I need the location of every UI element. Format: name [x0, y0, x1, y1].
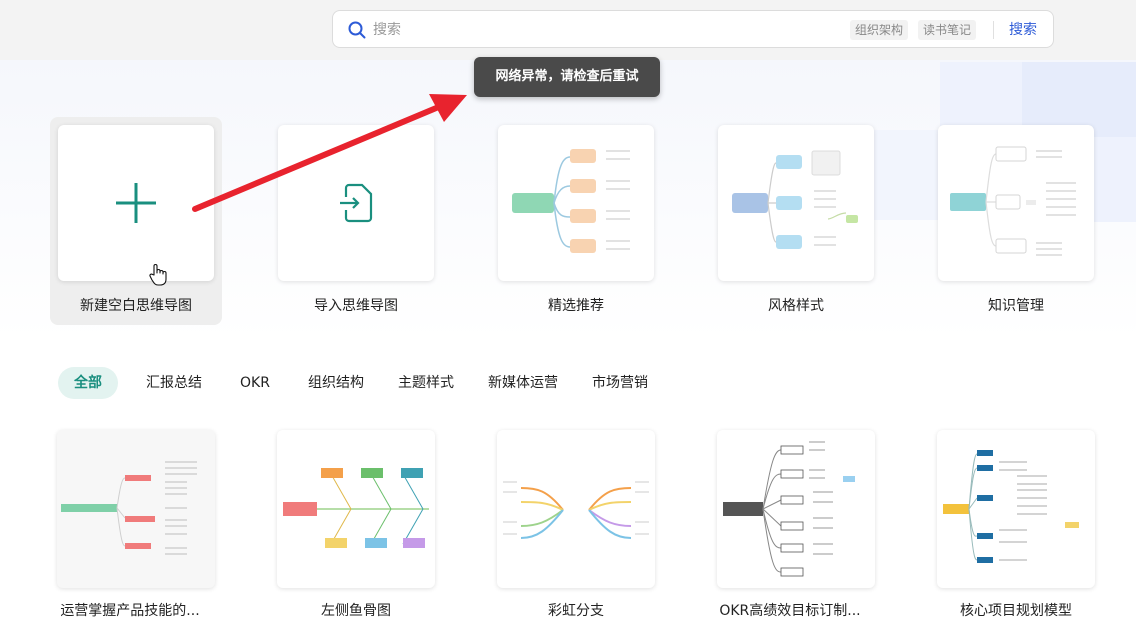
hand-cursor-icon [149, 264, 167, 286]
template-label: 左侧鱼骨图 [321, 603, 391, 619]
featured-thumbnail [512, 149, 630, 253]
search-icon [347, 20, 367, 40]
tab-marketing[interactable]: 市场营销 [592, 367, 648, 399]
annotation-arrow [192, 94, 467, 212]
template-thumbnail [283, 468, 429, 548]
template-label: 核心项目规划模型 [960, 603, 1072, 619]
search-tag-reading-notes[interactable]: 读书笔记 [918, 20, 977, 40]
search-tag-org-structure[interactable]: 组织架构 [850, 20, 909, 40]
template-card[interactable] [717, 430, 875, 588]
divider [993, 21, 994, 39]
template-thumbnail [503, 481, 649, 539]
style-thumbnail [732, 150, 858, 249]
tab-org-structure[interactable]: 组织结构 [308, 367, 364, 399]
template-thumbnail [943, 450, 1079, 563]
card-label: 风格样式 [768, 298, 824, 314]
style-card[interactable] [718, 125, 874, 281]
search-bar: 组织架构 读书笔记 搜索 [332, 10, 1054, 48]
search-button[interactable]: 搜索 [1009, 20, 1037, 40]
template-thumbnail [723, 441, 855, 577]
tab-okr[interactable]: OKR [240, 367, 270, 399]
card-label: 知识管理 [988, 298, 1044, 314]
template-label: OKR高绩效目标订制... [719, 603, 861, 619]
tab-all[interactable]: 全部 [58, 367, 118, 399]
network-error-toast: 网络异常，请检查后重试 [474, 57, 660, 97]
featured-card[interactable] [498, 125, 654, 281]
template-card[interactable] [497, 430, 655, 588]
template-card[interactable] [57, 430, 215, 588]
tab-new-media[interactable]: 新媒体运营 [488, 367, 558, 399]
template-label: 运营掌握产品技能的... [60, 603, 200, 619]
template-thumbnail [61, 461, 197, 555]
knowledge-thumbnail [950, 146, 1076, 256]
template-card[interactable] [937, 430, 1095, 588]
card-label: 新建空白思维导图 [80, 298, 192, 314]
tab-report-summary[interactable]: 汇报总结 [146, 367, 202, 399]
template-card[interactable] [277, 430, 435, 588]
tab-theme-style[interactable]: 主题样式 [398, 367, 454, 399]
template-label: 彩虹分支 [548, 603, 604, 619]
search-input[interactable] [373, 19, 833, 41]
card-label: 导入思维导图 [314, 298, 398, 314]
card-label: 精选推荐 [548, 298, 604, 314]
plus-icon [114, 181, 158, 225]
knowledge-card[interactable] [938, 125, 1094, 281]
